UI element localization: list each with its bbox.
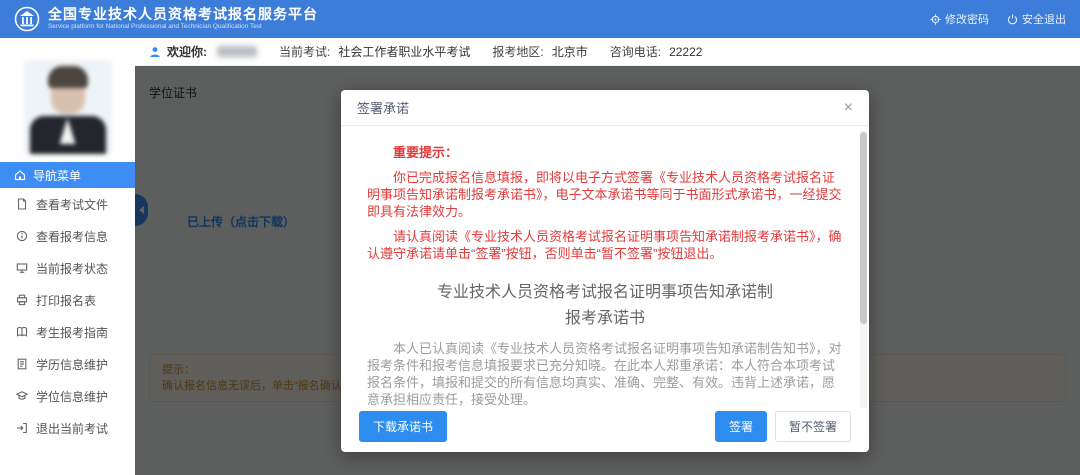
graduation-cap-icon	[16, 390, 28, 402]
modal-body: 重要提示： 你已完成报名信息填报，即将以电子方式签署《专业技术人员资格考试报名证…	[341, 126, 869, 408]
sidebar-item-education-info[interactable]: 学历信息维护	[0, 348, 135, 380]
sidebar-item-application-status[interactable]: 当前报考状态	[0, 252, 135, 284]
sidebar-item-label: 学位信息维护	[36, 388, 108, 405]
file-icon	[16, 358, 28, 370]
printer-icon	[16, 294, 28, 306]
home-icon	[14, 169, 26, 181]
welcome-label: 欢迎你:	[167, 43, 207, 60]
platform-logo-icon	[14, 6, 40, 32]
sidebar-item-exam-files[interactable]: 查看考试文件	[0, 188, 135, 220]
important-notice-para-2: 请认真阅读《专业技术人员资格考试报名证明事项告知承诺制报考承诺书》，确认遵守承诺…	[367, 228, 843, 262]
close-icon[interactable]: ×	[844, 100, 853, 116]
modal-scrollbar[interactable]	[860, 130, 867, 408]
region-label: 报考地区:	[492, 43, 543, 60]
power-icon	[1007, 14, 1018, 25]
avatar	[24, 60, 112, 154]
logout-label: 安全退出	[1022, 11, 1066, 27]
commitment-body-para-1: 本人已认真阅读《专业技术人员资格考试报名证明事项告知承诺制告知书》，对报考条件和…	[367, 340, 843, 408]
scrollbar-thumb[interactable]	[860, 132, 867, 324]
app-title: 全国专业技术人员资格考试报名服务平台	[48, 7, 318, 22]
change-password-label: 修改密码	[945, 11, 989, 27]
sidebar-item-application-info[interactable]: 查看报考信息	[0, 220, 135, 252]
nav-menu-header: 导航菜单	[0, 162, 135, 188]
nav-menu-label: 导航菜单	[33, 167, 81, 184]
sidebar-item-candidate-guide[interactable]: 考生报考指南	[0, 316, 135, 348]
sidebar-item-degree-info[interactable]: 学位信息维护	[0, 380, 135, 412]
modal-footer: 下载承诺书 签署 暂不签署	[341, 408, 869, 452]
exam-label: 当前考试:	[279, 43, 330, 60]
sidebar-item-exit-exam[interactable]: 退出当前考试	[0, 412, 135, 444]
commitment-doc-title: 专业技术人员资格考试报名证明事项告知承诺制 报考承诺书	[367, 280, 843, 332]
important-notice-label: 重要提示：	[367, 144, 843, 161]
important-notice-para-1: 你已完成报名信息填报，即将以电子方式签署《专业技术人员资格考试报名证明事项告知承…	[367, 169, 843, 220]
sign-commitment-modal: 签署承诺 × 重要提示： 你已完成报名信息填报，即将以电子方式签署《专业技术人员…	[341, 90, 869, 452]
decline-button[interactable]: 暂不签署	[775, 411, 851, 442]
doc-title-line-2: 报考承诺书	[565, 310, 645, 327]
sidebar-item-print-form[interactable]: 打印报名表	[0, 284, 135, 316]
exam-value: 社会工作者职业水平考试	[338, 43, 470, 60]
topbar-links: 修改密码 安全退出	[930, 11, 1066, 27]
app-header: 全国专业技术人员资格考试报名服务平台 Service platform for …	[0, 0, 1080, 38]
sidebar: 导航菜单 查看考试文件 查看报考信息	[0, 38, 135, 475]
sidebar-item-label: 考生报考指南	[36, 324, 108, 341]
sidebar-item-label: 查看报考信息	[36, 228, 108, 245]
user-icon	[149, 46, 161, 58]
modal-header: 签署承诺 ×	[341, 90, 869, 126]
sidebar-item-label: 打印报名表	[36, 292, 96, 309]
app-subtitle: Service platform for National Profession…	[48, 22, 296, 30]
page: 全国专业技术人员资格考试报名服务平台 Service platform for …	[0, 0, 1080, 475]
document-icon	[16, 198, 28, 210]
sidebar-item-label: 当前报考状态	[36, 260, 108, 277]
phone-value: 22222	[669, 45, 702, 59]
brand-text: 全国专业技术人员资格考试报名服务平台 Service platform for …	[48, 7, 318, 31]
sidebar-item-label: 查看考试文件	[36, 196, 108, 213]
change-password-link[interactable]: 修改密码	[930, 11, 989, 27]
brand: 全国专业技术人员资格考试报名服务平台 Service platform for …	[14, 6, 318, 32]
sidebar-item-label: 退出当前考试	[36, 420, 108, 437]
exit-icon	[16, 422, 28, 434]
user-name-blurred	[217, 46, 257, 57]
modal-title: 签署承诺	[357, 98, 409, 117]
sign-button[interactable]: 签署	[715, 411, 767, 442]
sidebar-item-label: 学历信息维护	[36, 356, 108, 373]
logout-link[interactable]: 安全退出	[1007, 11, 1066, 27]
user-info-bar: 欢迎你: 当前考试: 社会工作者职业水平考试 报考地区: 北京市 咨询电话: 2…	[135, 38, 1080, 66]
monitor-icon	[16, 262, 28, 274]
phone-label: 咨询电话:	[610, 43, 661, 60]
book-icon	[16, 326, 28, 338]
doc-title-line-1: 专业技术人员资格考试报名证明事项告知承诺制	[437, 284, 773, 301]
region-value: 北京市	[552, 43, 588, 60]
info-icon	[16, 230, 28, 242]
download-commitment-button[interactable]: 下载承诺书	[359, 411, 447, 442]
gear-icon	[930, 14, 941, 25]
